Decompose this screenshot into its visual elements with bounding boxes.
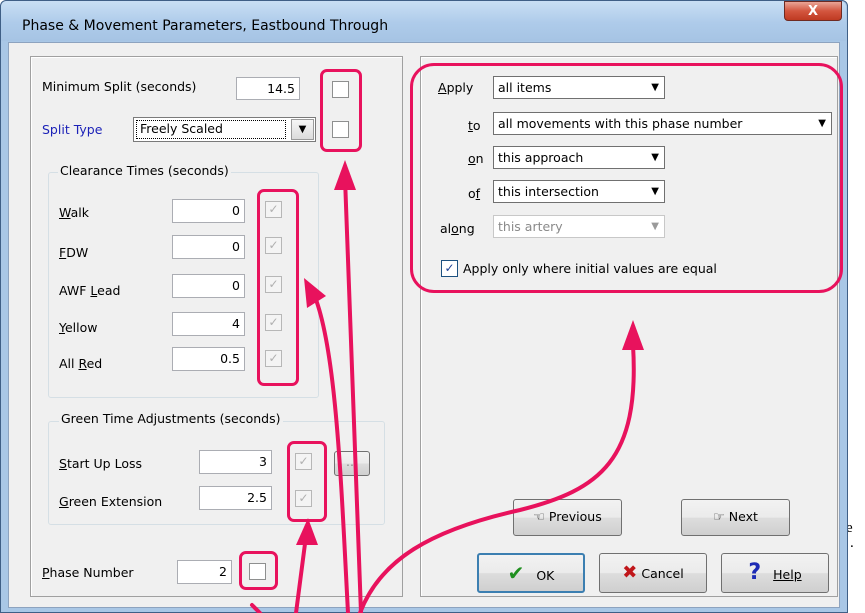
annotation-arrows — [250, 160, 644, 613]
arrowhead-apply — [622, 320, 644, 350]
arrowhead-split — [334, 160, 356, 190]
arrow-to-phase-checkbox — [250, 603, 262, 613]
arrow-to-split-checkboxes — [343, 176, 363, 613]
arrow-to-green-checkboxes — [294, 534, 308, 613]
arrowhead-green — [296, 518, 318, 545]
arrowhead-clearance — [304, 278, 326, 308]
arrow-to-clearance-checkboxes — [310, 288, 350, 613]
arrow-to-apply-panel — [358, 343, 636, 613]
